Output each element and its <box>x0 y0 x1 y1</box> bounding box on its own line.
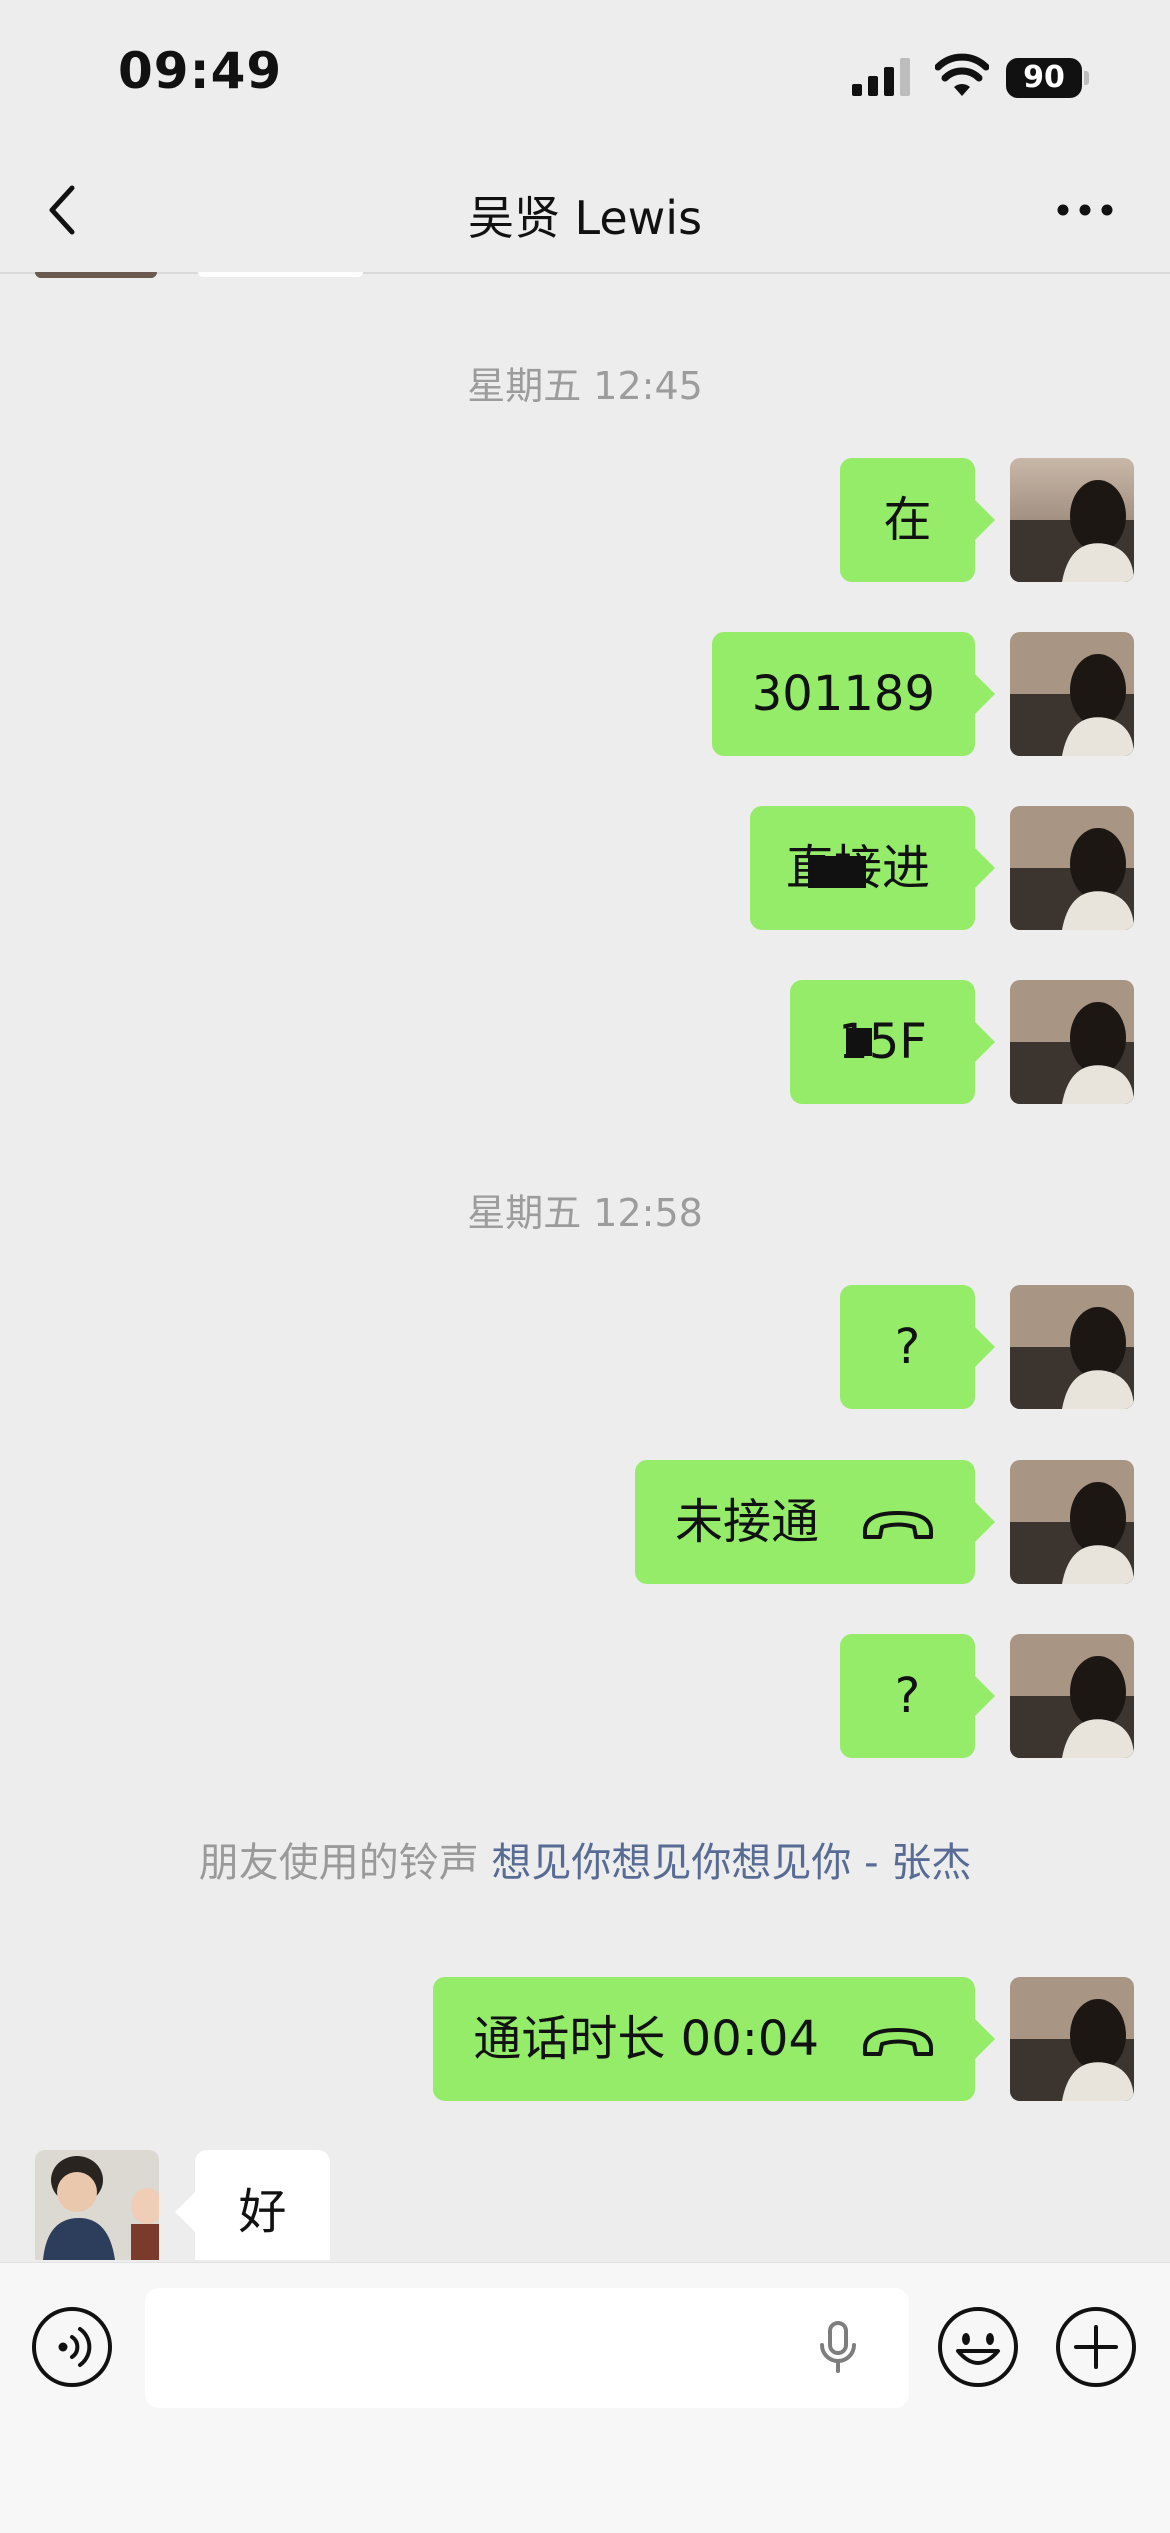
redaction-mark <box>808 856 866 888</box>
message-row: 通话时长 00:04 <box>0 1977 1170 2101</box>
message-text: 通话时长 00:04 <box>473 2011 819 2067</box>
status-bar: 09:49 90 <box>0 0 1170 150</box>
message-row: 15F <box>0 980 1170 1104</box>
message-row: ? <box>0 1285 1170 1409</box>
message-row: ? <box>0 1634 1170 1758</box>
ringtone-song-link[interactable]: 想见你想见你想见你 - 张杰 <box>491 1840 971 1886</box>
message-text: 好 <box>238 2184 287 2240</box>
message-text: 在 <box>883 492 932 548</box>
battery-tip <box>1084 71 1089 85</box>
redaction-mark <box>846 1028 872 1056</box>
incoming-message-bubble[interactable]: 好 <box>175 2150 330 2260</box>
timestamp: 星期五 12:45 <box>467 364 703 408</box>
call-record-bubble[interactable]: 通话时长 00:04 <box>433 1977 995 2101</box>
timestamp: 星期五 12:58 <box>467 1191 703 1235</box>
message-text: 未接通 <box>674 1494 819 1550</box>
clipped-message <box>198 272 363 277</box>
call-record-bubble[interactable]: 未接通 <box>634 1460 996 1584</box>
avatar[interactable] <box>1010 1460 1134 1584</box>
avatar[interactable] <box>1010 1977 1134 2101</box>
contact-avatar[interactable] <box>35 2150 159 2260</box>
voice-icon[interactable] <box>30 2305 114 2389</box>
message-input[interactable] <box>145 2288 909 2408</box>
emoji-icon[interactable] <box>936 2305 1020 2389</box>
battery-indicator: 90 <box>1006 58 1089 98</box>
mic-icon[interactable] <box>808 2317 868 2377</box>
wifi-icon <box>935 53 989 96</box>
message-bubble[interactable]: 在 <box>840 458 995 582</box>
ringtone-prefix: 朋友使用的铃声 <box>198 1840 479 1886</box>
more-icon[interactable] <box>1050 180 1120 240</box>
avatar[interactable] <box>1010 1634 1134 1758</box>
chat-header: 吴贤 Lewis <box>0 150 1170 274</box>
message-text: 301189 <box>751 666 935 722</box>
avatar[interactable] <box>1010 632 1134 756</box>
avatar[interactable] <box>1010 806 1134 930</box>
avatar[interactable] <box>1010 1285 1134 1409</box>
message-bubble[interactable]: 15F <box>790 980 995 1104</box>
plus-icon[interactable] <box>1054 2305 1138 2389</box>
message-row: 301189 <box>0 632 1170 756</box>
call-icon <box>863 1511 933 1539</box>
message-bubble[interactable]: 301189 <box>711 632 996 756</box>
message-bubble[interactable]: 直接进 <box>750 806 995 930</box>
message-text: ? <box>894 1319 921 1375</box>
message-text: ? <box>894 1668 921 1724</box>
status-time: 09:49 <box>118 42 283 100</box>
call-icon <box>863 2028 933 2056</box>
signal-icon <box>852 58 910 96</box>
input-bar <box>0 2262 1170 2533</box>
ringtone-notice: 朋友使用的铃声 想见你想见你想见你 - 张杰 <box>0 1830 1170 1888</box>
message-row: 未接通 <box>0 1460 1170 1584</box>
battery-level: 90 <box>1006 58 1082 98</box>
avatar[interactable] <box>1010 980 1134 1104</box>
clipped-avatar <box>35 272 157 278</box>
message-bubble[interactable]: ? <box>840 1634 995 1758</box>
message-bubble[interactable]: ? <box>840 1285 995 1409</box>
message-row: 直接进 <box>0 806 1170 930</box>
avatar[interactable] <box>1010 458 1134 582</box>
message-row: 在 <box>0 458 1170 582</box>
chat-title: 吴贤 Lewis <box>467 191 703 245</box>
